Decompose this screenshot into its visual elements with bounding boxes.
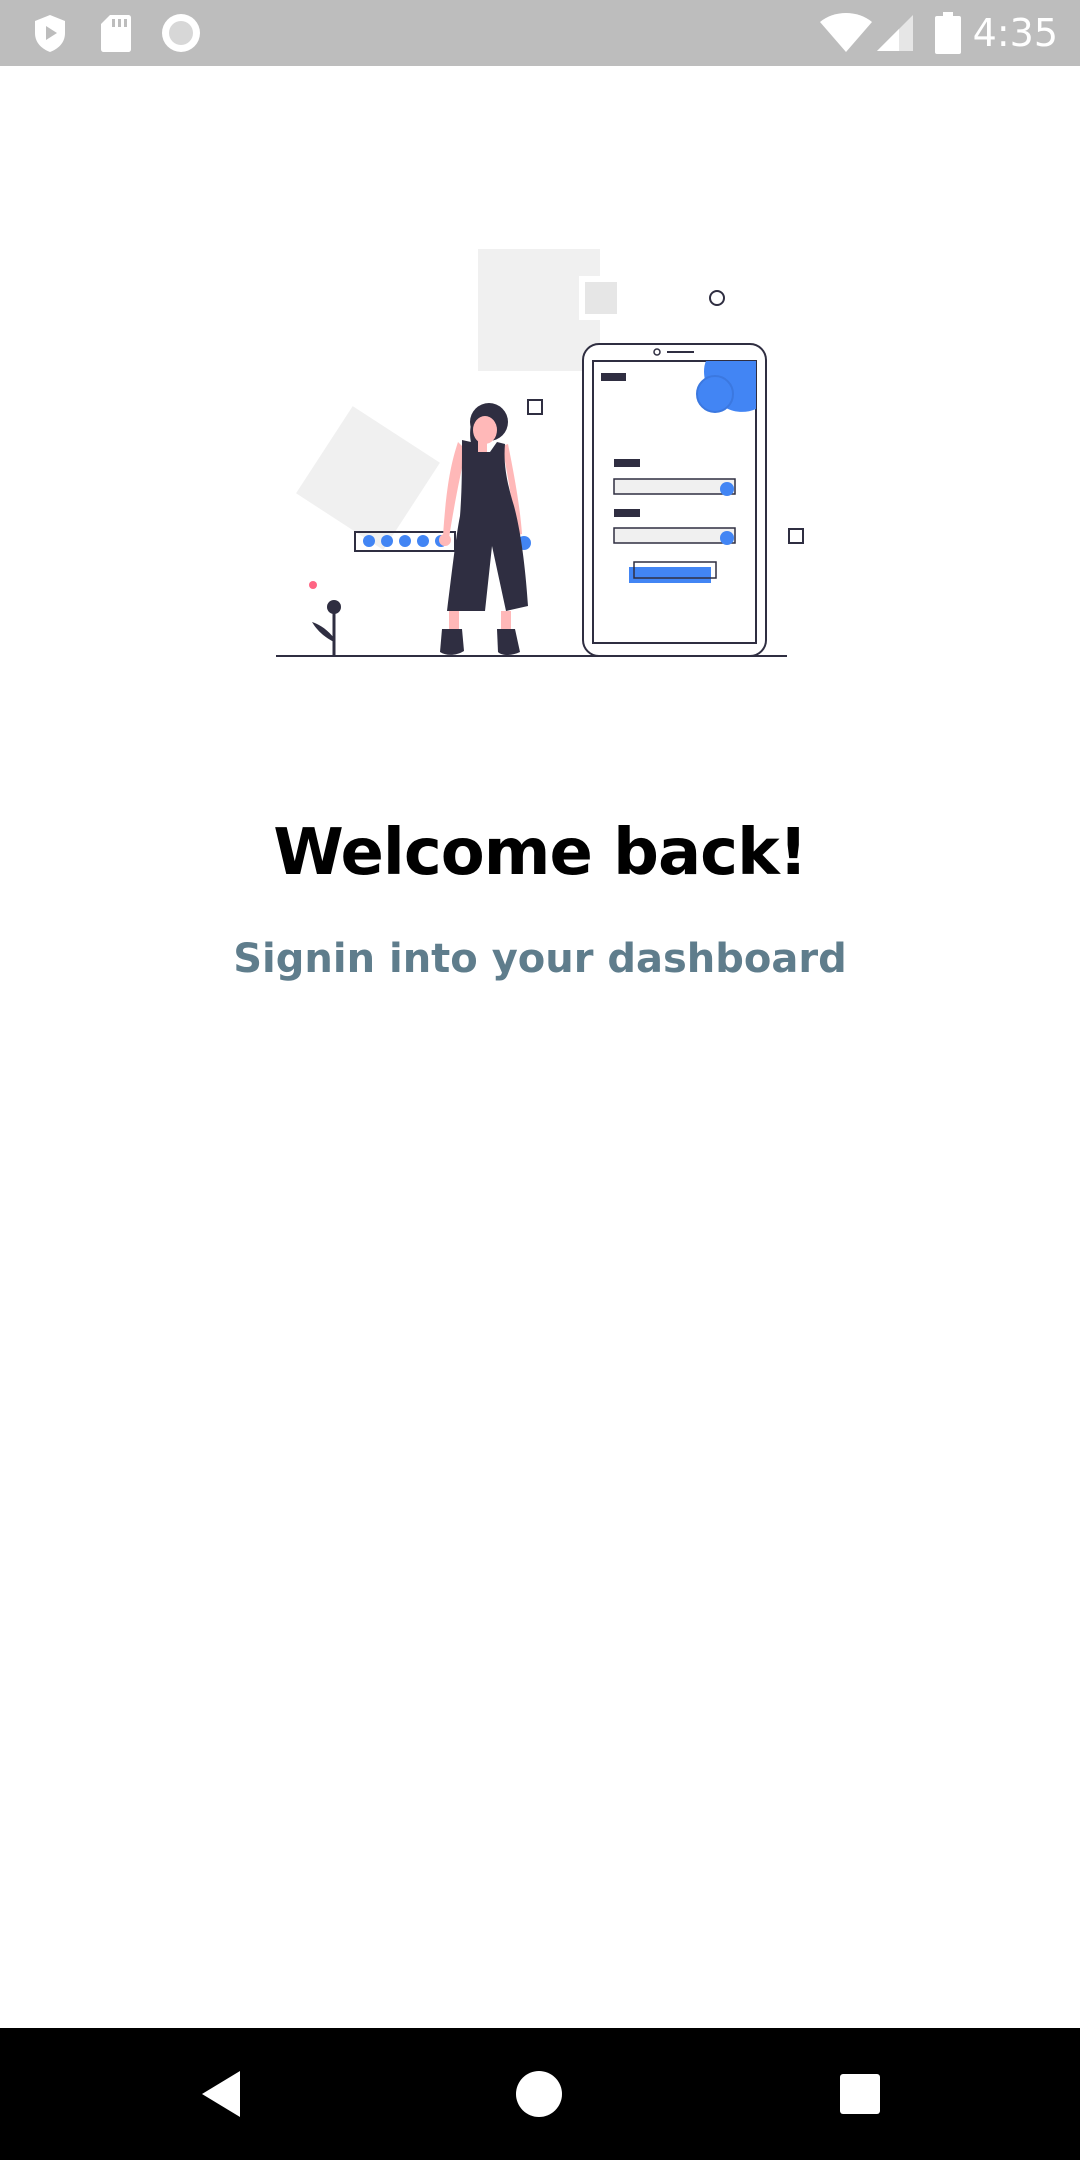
sd-card-icon xyxy=(98,0,134,66)
outline-square-right xyxy=(788,528,804,544)
recents-icon xyxy=(840,2074,880,2114)
outline-square-left xyxy=(527,399,543,415)
bg-square-tilted xyxy=(296,406,440,550)
wifi-icon xyxy=(818,0,874,66)
plant xyxy=(309,581,341,656)
status-bar: 4:35 xyxy=(0,0,1080,66)
home-icon xyxy=(516,2071,562,2117)
recents-button[interactable] xyxy=(794,2028,926,2160)
welcome-title: Welcome back! xyxy=(273,816,808,890)
login-illustration xyxy=(276,249,804,657)
battery-icon xyxy=(932,0,964,66)
navigation-bar xyxy=(0,2028,1080,2160)
shield-icon xyxy=(30,0,70,66)
back-icon xyxy=(202,2071,240,2117)
bg-square-small xyxy=(579,276,623,320)
home-button[interactable] xyxy=(473,2028,605,2160)
phone-mockup xyxy=(582,343,767,657)
record-icon xyxy=(160,0,202,66)
woman-figure xyxy=(439,403,531,655)
outline-circle xyxy=(709,290,725,306)
welcome-screen: Welcome back! Signin into your dashboard xyxy=(0,66,1080,2028)
signal-icon xyxy=(874,0,916,66)
welcome-subtitle: Signin into your dashboard xyxy=(233,936,847,982)
back-button[interactable] xyxy=(155,2028,287,2160)
status-time: 4:35 xyxy=(972,11,1058,55)
